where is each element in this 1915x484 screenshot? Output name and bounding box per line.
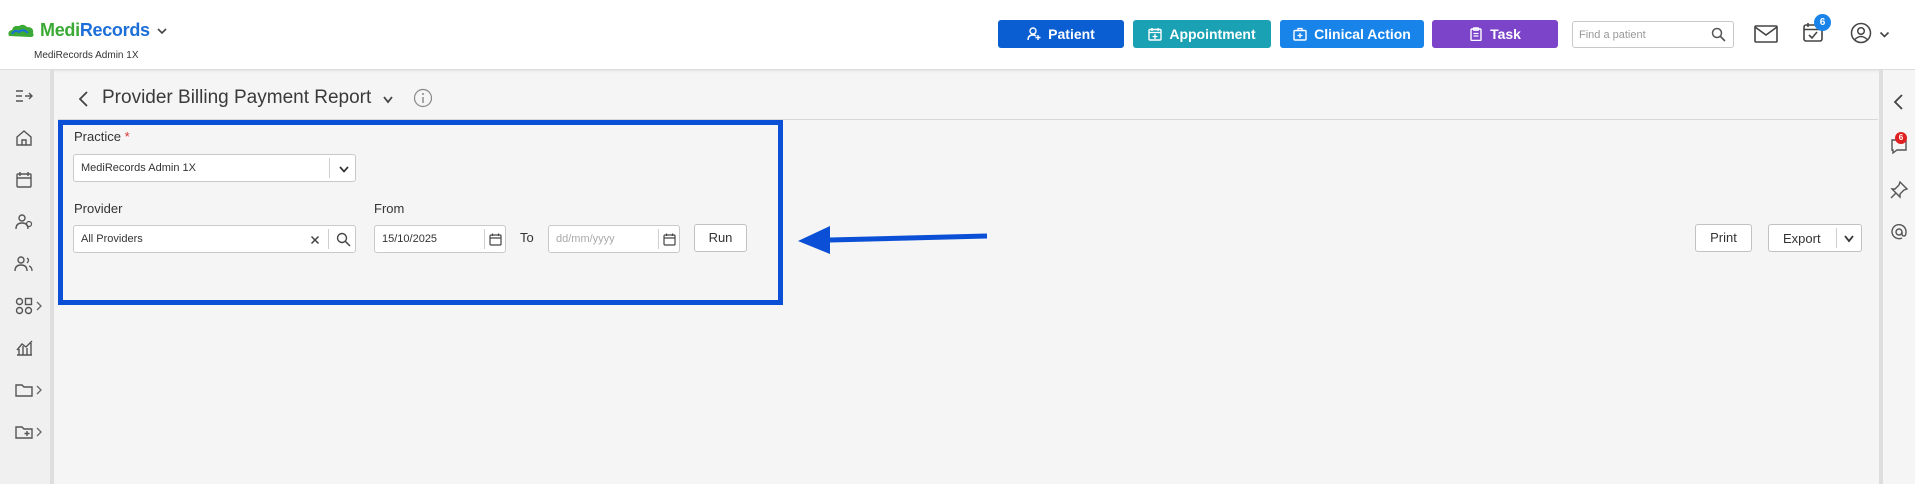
- chevron-down-icon[interactable]: [382, 95, 394, 105]
- brand-switcher[interactable]: MediRecords: [6, 20, 168, 41]
- search-icon[interactable]: [1711, 27, 1726, 42]
- print-button[interactable]: Print: [1695, 224, 1752, 252]
- page-header: Provider Billing Payment Report: [58, 80, 1878, 120]
- chat-count-badge: 6: [1895, 132, 1907, 144]
- new-appointment-button[interactable]: Appointment: [1133, 20, 1271, 48]
- reports-chart-icon[interactable]: [14, 338, 34, 358]
- new-patient-button[interactable]: Patient: [998, 20, 1124, 48]
- appointment-button-label: Appointment: [1169, 26, 1256, 42]
- patients-group-icon[interactable]: [14, 212, 34, 232]
- export-button-label: Export: [1783, 231, 1821, 246]
- annotation-highlight-box: [58, 120, 783, 305]
- at-sign-icon[interactable]: [1889, 222, 1909, 242]
- user-plus-icon: [1027, 27, 1041, 41]
- home-icon[interactable]: [14, 128, 34, 148]
- chevron-down-icon[interactable]: [1843, 234, 1855, 244]
- page-title[interactable]: Provider Billing Payment Report: [102, 87, 371, 109]
- clipboard-icon: [1470, 27, 1482, 41]
- left-sidebar: [0, 70, 54, 484]
- chevron-right-icon: [36, 385, 42, 395]
- export-divider: [1836, 228, 1837, 248]
- medirecords-logo-icon: [8, 24, 34, 37]
- collapse-panel-icon[interactable]: [1889, 92, 1909, 112]
- folder-add-icon[interactable]: [14, 422, 34, 442]
- notification-count-badge: 6: [1814, 14, 1831, 31]
- patient-button-label: Patient: [1048, 26, 1095, 42]
- export-button[interactable]: Export: [1768, 224, 1862, 252]
- task-button-label: Task: [1490, 26, 1521, 42]
- patient-search-input[interactable]: [1579, 22, 1709, 47]
- practice-subtitle: MediRecords Admin 1X: [34, 50, 139, 61]
- mail-icon[interactable]: [1754, 25, 1778, 43]
- top-bar: MediRecords MediRecords Admin 1X Patient…: [0, 0, 1915, 70]
- clinical-action-button[interactable]: Clinical Action: [1280, 20, 1424, 48]
- back-arrow-icon[interactable]: [78, 90, 90, 108]
- medical-case-icon: [1293, 27, 1307, 41]
- annotation-arrow-icon: [798, 226, 988, 254]
- chevron-right-icon: [36, 427, 42, 437]
- clinical-action-button-label: Clinical Action: [1314, 26, 1411, 42]
- calendar-icon[interactable]: [14, 170, 34, 190]
- patient-search-box: [1572, 21, 1734, 48]
- expand-menu-icon[interactable]: [14, 86, 34, 106]
- calendar-plus-icon: [1148, 28, 1163, 41]
- brand-name: MediRecords: [40, 20, 150, 40]
- chevron-down-icon[interactable]: [1879, 29, 1890, 40]
- modules-icon[interactable]: [14, 296, 34, 316]
- chevron-down-icon: [157, 27, 167, 34]
- pin-icon[interactable]: [1889, 180, 1909, 200]
- new-task-button[interactable]: Task: [1432, 20, 1558, 48]
- info-icon[interactable]: [413, 88, 433, 108]
- folder-icon[interactable]: [14, 380, 34, 400]
- user-account-icon[interactable]: [1850, 22, 1872, 44]
- contacts-icon[interactable]: [14, 254, 34, 274]
- chevron-right-icon: [36, 301, 42, 311]
